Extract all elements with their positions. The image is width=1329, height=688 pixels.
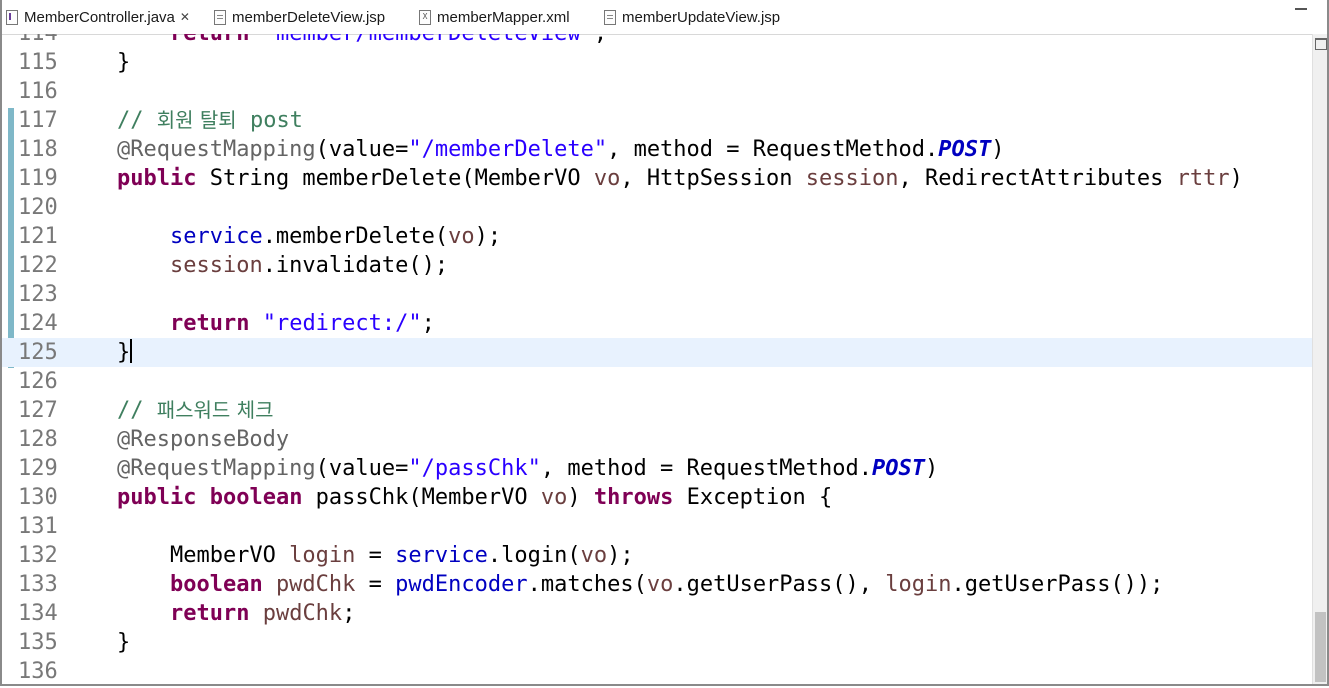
code-text[interactable]: return "redirect:/"; xyxy=(64,309,435,338)
line-number: 133 xyxy=(18,572,58,597)
code-line[interactable]: 123 xyxy=(2,280,1312,309)
code-text[interactable]: public String memberDelete(MemberVO vo, … xyxy=(64,164,1243,193)
code-line[interactable]: 132 MemberVO login = service.login(vo); xyxy=(2,541,1312,570)
code-line[interactable]: 133 boolean pwdChk = pwdEncoder.matches(… xyxy=(2,570,1312,599)
minimize-icon[interactable] xyxy=(1295,8,1307,10)
line-number: 122 xyxy=(18,253,58,278)
editor-window: MemberController.java ✕ memberDeleteView… xyxy=(0,0,1329,686)
tab-memberupdateview-jsp[interactable]: memberUpdateView.jsp xyxy=(604,0,780,34)
line-number: 115 xyxy=(18,50,58,75)
code-line[interactable]: 115 } xyxy=(2,48,1312,77)
code-text[interactable]: @RequestMapping(value="/memberDelete", m… xyxy=(64,135,1004,164)
line-number: 118 xyxy=(18,137,58,162)
tab-label: memberMapper.xml xyxy=(437,8,570,26)
code-line[interactable]: 121 service.memberDelete(vo); xyxy=(2,222,1312,251)
tab-memberdeleteview-jsp[interactable]: memberDeleteView.jsp xyxy=(214,0,385,34)
code-text[interactable]: } xyxy=(64,628,130,657)
line-number: 124 xyxy=(18,311,58,336)
code-line[interactable]: 120 xyxy=(2,193,1312,222)
line-number: 130 xyxy=(18,485,58,510)
code-line[interactable]: 128 @ResponseBody xyxy=(2,425,1312,454)
code-line[interactable]: 114 return "member/memberDeleteView"; xyxy=(2,34,1312,48)
code-line[interactable]: 131 xyxy=(2,512,1312,541)
code-line[interactable]: 134 return pwdChk; xyxy=(2,599,1312,628)
line-number: 117 xyxy=(18,108,58,133)
code-text[interactable]: service.memberDelete(vo); xyxy=(64,222,501,251)
line-number: 128 xyxy=(18,427,58,452)
code-line[interactable]: 116 xyxy=(2,77,1312,106)
code-line[interactable]: 126 xyxy=(2,367,1312,396)
code-line[interactable]: 122 session.invalidate(); xyxy=(2,251,1312,280)
jsp-file-icon xyxy=(604,9,616,25)
code-text[interactable]: MemberVO login = service.login(vo); xyxy=(64,541,634,570)
scrollbar-thumb[interactable] xyxy=(1315,612,1326,682)
line-number: 114 xyxy=(18,34,64,48)
code-line[interactable]: 129 @RequestMapping(value="/passChk", me… xyxy=(2,454,1312,483)
code-line[interactable]: 135 } xyxy=(2,628,1312,657)
code-text[interactable]: session.invalidate(); xyxy=(64,251,448,280)
line-number: 125 xyxy=(18,340,58,365)
line-number: 120 xyxy=(18,195,58,220)
tab-label: memberDeleteView.jsp xyxy=(232,8,386,26)
line-number: 129 xyxy=(18,456,58,481)
maximize-icon[interactable] xyxy=(1315,38,1327,50)
line-number: 127 xyxy=(18,398,58,423)
line-number: 135 xyxy=(18,630,58,655)
code-line[interactable]: 117 // 회원 탈퇴 post xyxy=(2,106,1312,135)
code-text[interactable]: // 회원 탈퇴 post xyxy=(64,106,303,135)
code-text[interactable]: return pwdChk; xyxy=(64,599,355,628)
code-text[interactable]: return "member/memberDeleteView"; xyxy=(64,34,607,48)
line-number: 136 xyxy=(18,659,58,684)
code-line[interactable]: 127 // 패스워드 체크 xyxy=(2,396,1312,425)
code-text[interactable]: } xyxy=(64,48,130,77)
line-number: 126 xyxy=(18,369,58,394)
tab-label: memberUpdateView.jsp xyxy=(622,8,781,26)
code-line[interactable]: 124 return "redirect:/"; xyxy=(2,309,1312,338)
jsp-file-icon xyxy=(214,9,226,25)
code-line[interactable]: 136 xyxy=(2,657,1312,684)
java-file-icon xyxy=(6,9,18,25)
line-number: 119 xyxy=(18,166,58,191)
tab-membercontroller-java[interactable]: MemberController.java ✕ xyxy=(6,0,190,34)
code-text[interactable]: @RequestMapping(value="/passChk", method… xyxy=(64,454,938,483)
tab-label: MemberController.java xyxy=(24,8,175,26)
line-number: 121 xyxy=(18,224,58,249)
code-text[interactable]: // 패스워드 체크 xyxy=(64,396,274,425)
line-number: 131 xyxy=(18,514,58,539)
code-line[interactable]: 125 } xyxy=(2,338,1312,367)
line-number: 134 xyxy=(18,601,58,626)
xml-file-icon: X xyxy=(419,9,431,25)
line-number: 132 xyxy=(18,543,58,568)
code-editor[interactable]: 114 return "member/memberDeleteView";115… xyxy=(2,34,1312,684)
code-text[interactable]: boolean pwdChk = pwdEncoder.matches(vo.g… xyxy=(64,570,1163,599)
vertical-scrollbar[interactable] xyxy=(1312,34,1327,684)
code-line[interactable]: 130 public boolean passChk(MemberVO vo) … xyxy=(2,483,1312,512)
code-text[interactable]: public boolean passChk(MemberVO vo) thro… xyxy=(64,483,832,512)
code-line[interactable]: 118 @RequestMapping(value="/memberDelete… xyxy=(2,135,1312,164)
code-line[interactable]: 119 public String memberDelete(MemberVO … xyxy=(2,164,1312,193)
line-number: 116 xyxy=(18,79,58,104)
code-text[interactable]: } xyxy=(64,338,133,367)
code-text[interactable]: @ResponseBody xyxy=(64,425,289,454)
line-number: 123 xyxy=(18,282,58,307)
editor-tab-bar: MemberController.java ✕ memberDeleteView… xyxy=(2,0,1327,35)
tab-membermapper-xml[interactable]: X memberMapper.xml xyxy=(419,0,570,34)
close-icon[interactable]: ✕ xyxy=(180,10,190,24)
